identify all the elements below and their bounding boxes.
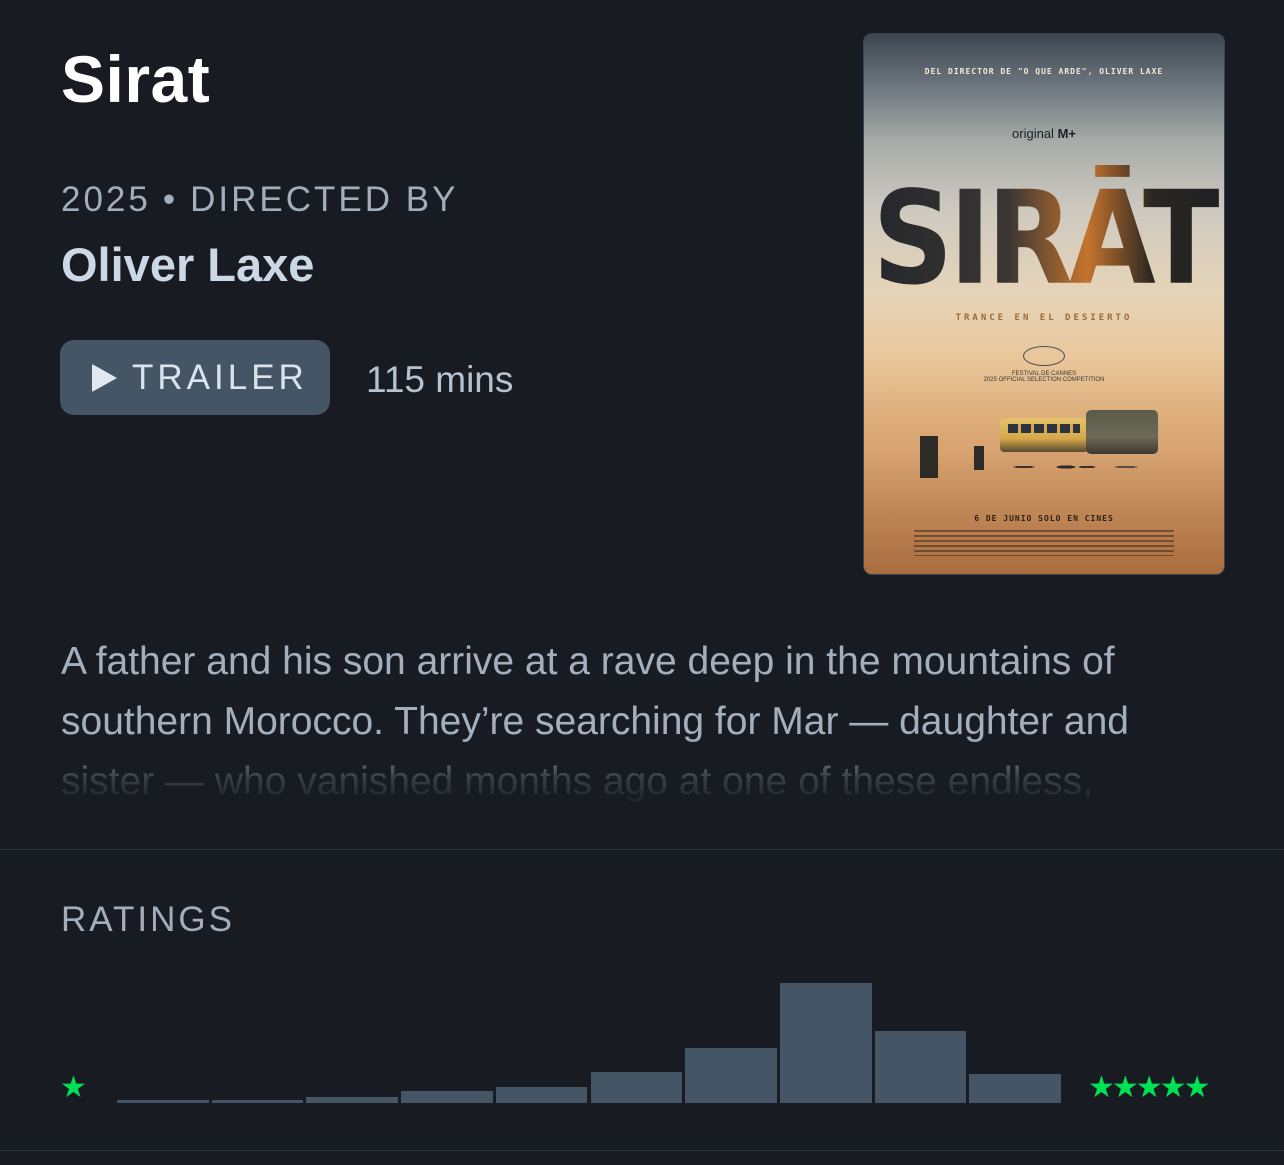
poster-billing-block (914, 530, 1174, 556)
poster-studio-prefix: original (1012, 126, 1054, 141)
poster-festival-sub: 2025 OFFICIAL SELECTION COMPETITION (983, 377, 1105, 383)
poster-speaker-small (974, 446, 984, 470)
film-meta: 2025 • DIRECTED BY (61, 180, 458, 220)
rating-bar-7[interactable] (685, 1047, 777, 1103)
section-divider (0, 849, 1284, 850)
poster-truck (1086, 410, 1158, 454)
film-page: Sirat 2025 • DIRECTED BY Oliver Laxe TRAIL… (0, 0, 1284, 1165)
rating-bar-4[interactable] (401, 1091, 493, 1103)
poster-bus (1000, 418, 1088, 452)
film-poster[interactable]: DEL DIRECTOR DE "O QUE ARDE", OLIVER LAX… (864, 34, 1224, 574)
directed-by-label: DIRECTED BY (190, 180, 459, 219)
min-rating-star-icon: ★ (60, 1071, 87, 1104)
rating-bar-5[interactable] (495, 1087, 588, 1103)
rating-bar-8[interactable] (779, 983, 872, 1103)
meta-separator: • (162, 180, 179, 219)
rating-bar-6[interactable] (590, 1071, 683, 1103)
poster-festival: FESTIVAL DE CANNES 2025 OFFICIAL SELECTI… (864, 346, 1224, 383)
ratings-histogram (117, 970, 1061, 1103)
poster-studio-mark: M+ (1057, 126, 1076, 141)
cannes-laurel-icon (1023, 346, 1065, 366)
play-icon (92, 363, 117, 392)
director-name[interactable]: Oliver Laxe (61, 237, 314, 293)
poster-tagline: TRANCE EN EL DESIERTO (955, 313, 1133, 323)
poster-studio: original M+ (864, 126, 1224, 141)
rating-bar-10[interactable] (969, 1074, 1061, 1103)
ratings-heading: RATINGS (61, 900, 235, 939)
runtime: 115 mins (366, 359, 514, 400)
poster-title: SIRĀT (864, 164, 1224, 314)
trailer-label: TRAILER (132, 357, 308, 397)
rating-bar-2[interactable] (211, 1100, 304, 1103)
section-divider-bottom (0, 1150, 1284, 1151)
trailer-button[interactable]: TRAILER (60, 340, 330, 415)
poster-speaker-left (920, 436, 938, 478)
rating-bar-1[interactable] (117, 1100, 209, 1103)
film-title: Sirat (61, 42, 211, 116)
rating-bar-9[interactable] (874, 1031, 967, 1103)
rating-bar-3[interactable] (306, 1097, 399, 1103)
poster-top-credit: DEL DIRECTOR DE "O QUE ARDE", OLIVER LAX… (924, 67, 1164, 76)
release-year[interactable]: 2025 (61, 180, 151, 219)
poster-release: 6 DE JUNIO SOLO EN CINES (974, 514, 1114, 523)
poster-people (994, 454, 1144, 480)
film-synopsis[interactable]: A father and his son arrive at a rave de… (61, 632, 1221, 802)
max-rating-stars-icon: ★★★★★ (1088, 1071, 1210, 1104)
